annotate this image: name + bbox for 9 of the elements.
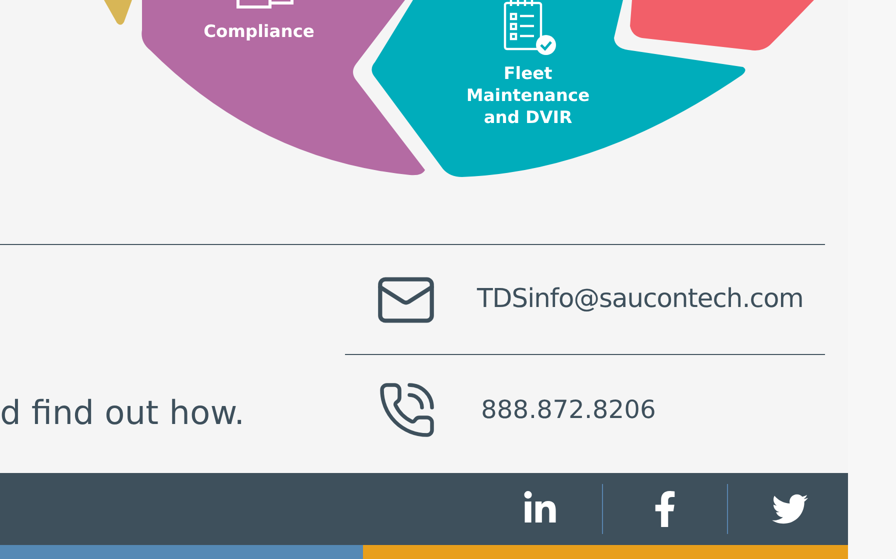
segment-label: Maintenance — [466, 86, 590, 106]
tagline-text: d find out how. — [0, 396, 245, 429]
email-link[interactable]: TDSinfo@saucontech.com — [477, 280, 804, 319]
segment-label: Fleet — [504, 64, 552, 84]
clipboard-check-icon — [504, 0, 556, 55]
segment-label: and DVIR — [484, 108, 572, 128]
phone-number: 888.872.8206 — [481, 394, 656, 426]
segment-label: Compliance — [204, 22, 314, 42]
phone-icon — [377, 380, 437, 440]
